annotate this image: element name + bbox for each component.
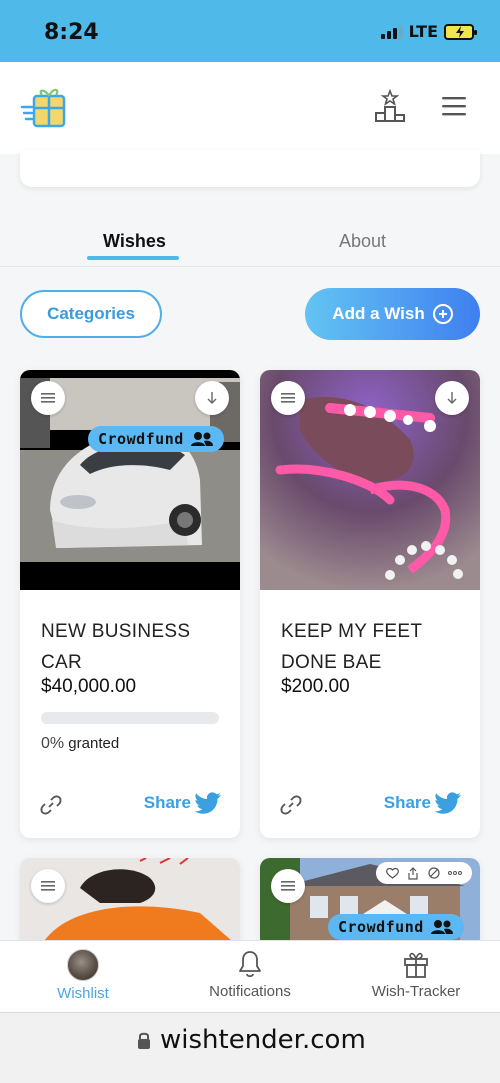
- nav-wish-tracker[interactable]: Wish-Tracker: [360, 941, 472, 1013]
- card-options-button[interactable]: [271, 869, 305, 903]
- bottom-navigation: Wishlist Notifications Wish-Tracker: [0, 940, 500, 1012]
- url-display[interactable]: wishtender.com: [136, 1025, 366, 1055]
- group-icon: [430, 920, 453, 934]
- nav-wish-tracker-label: Wish-Tracker: [371, 983, 461, 1000]
- copy-link-icon[interactable]: [40, 794, 62, 821]
- crowdfund-badge: Crowdfund: [88, 426, 224, 452]
- bell-icon: [239, 951, 261, 978]
- tab-about[interactable]: About: [339, 231, 386, 252]
- twitter-icon: [435, 792, 461, 814]
- battery-icon: [444, 23, 477, 40]
- crowdfund-label: Crowdfund: [98, 430, 184, 448]
- lock-icon: [138, 1032, 150, 1049]
- wishtender-logo[interactable]: [20, 82, 68, 135]
- nav-wishlist[interactable]: Wishlist: [46, 941, 120, 1013]
- share-button[interactable]: Share: [144, 792, 221, 814]
- wish-card[interactable]: Crowdfund: [260, 858, 480, 948]
- wish-card[interactable]: Crowdfund NEW BUSINESS CAR $40,000.00 0%…: [20, 370, 240, 838]
- wish-card[interactable]: KEEP MY FEET DONE BAE $200.00 Share: [260, 370, 480, 838]
- group-icon: [190, 432, 213, 446]
- nav-wishlist-label: Wishlist: [57, 985, 109, 1002]
- wish-image-person: [20, 858, 240, 948]
- wish-image-feet: [260, 370, 480, 590]
- card-options-button[interactable]: [271, 381, 305, 415]
- leaderboard-icon[interactable]: [373, 88, 407, 128]
- download-icon[interactable]: [195, 381, 229, 415]
- wish-price: $200.00: [281, 676, 350, 697]
- tab-wishes[interactable]: Wishes: [103, 231, 166, 252]
- granted-label: granted: [68, 735, 120, 752]
- avatar: [67, 949, 99, 981]
- crowdfund-progress-bar: [41, 712, 219, 724]
- categories-button[interactable]: Categories: [20, 290, 162, 338]
- block-icon[interactable]: [428, 867, 440, 879]
- twitter-icon: [195, 792, 221, 814]
- url-text: wishtender.com: [160, 1025, 366, 1055]
- status-time: 8:24: [44, 20, 99, 45]
- share-label: Share: [143, 793, 191, 812]
- add-wish-label: Add a Wish: [332, 304, 425, 323]
- wish-image-house: Crowdfund: [260, 858, 480, 948]
- profile-card: [20, 150, 480, 187]
- add-wish-button[interactable]: Add a Wish: [305, 288, 480, 340]
- app-header: [0, 62, 500, 154]
- plus-circle-icon: [432, 304, 453, 324]
- wish-price: $40,000.00: [41, 676, 137, 697]
- wish-card[interactable]: [20, 858, 240, 948]
- copy-link-icon[interactable]: [280, 794, 302, 821]
- download-icon[interactable]: [435, 381, 469, 415]
- hamburger-menu-icon[interactable]: [442, 96, 468, 123]
- more-icon[interactable]: [447, 871, 462, 875]
- crowdfund-badge: Crowdfund: [328, 914, 464, 940]
- image-toolbar: [376, 862, 472, 884]
- gift-icon: [404, 952, 428, 978]
- card-options-button[interactable]: [31, 869, 65, 903]
- nav-notifications[interactable]: Notifications: [195, 941, 305, 1013]
- share-out-icon[interactable]: [407, 866, 419, 880]
- browser-url-bar[interactable]: wishtender.com: [0, 1012, 500, 1083]
- wish-title: KEEP MY FEET DONE BAE: [281, 621, 422, 673]
- share-button[interactable]: Share: [384, 792, 461, 814]
- granted-percent: 0%: [41, 735, 65, 752]
- tab-bar: Wishes About: [0, 225, 500, 267]
- network-label: LTE: [408, 22, 438, 41]
- heart-icon[interactable]: [386, 867, 400, 879]
- granted-status: 0% granted: [41, 735, 119, 753]
- signal-icon: [380, 24, 403, 39]
- wish-image-car: Crowdfund: [20, 370, 240, 590]
- crowdfund-label: Crowdfund: [338, 918, 424, 936]
- nav-notifications-label: Notifications: [209, 983, 291, 1000]
- card-options-button[interactable]: [31, 381, 65, 415]
- status-indicators: LTE: [380, 22, 477, 41]
- active-tab-indicator: [87, 256, 179, 260]
- status-bar: 8:24 LTE: [0, 0, 500, 62]
- share-label: Share: [383, 793, 431, 812]
- wish-title: NEW BUSINESS CAR: [41, 621, 191, 673]
